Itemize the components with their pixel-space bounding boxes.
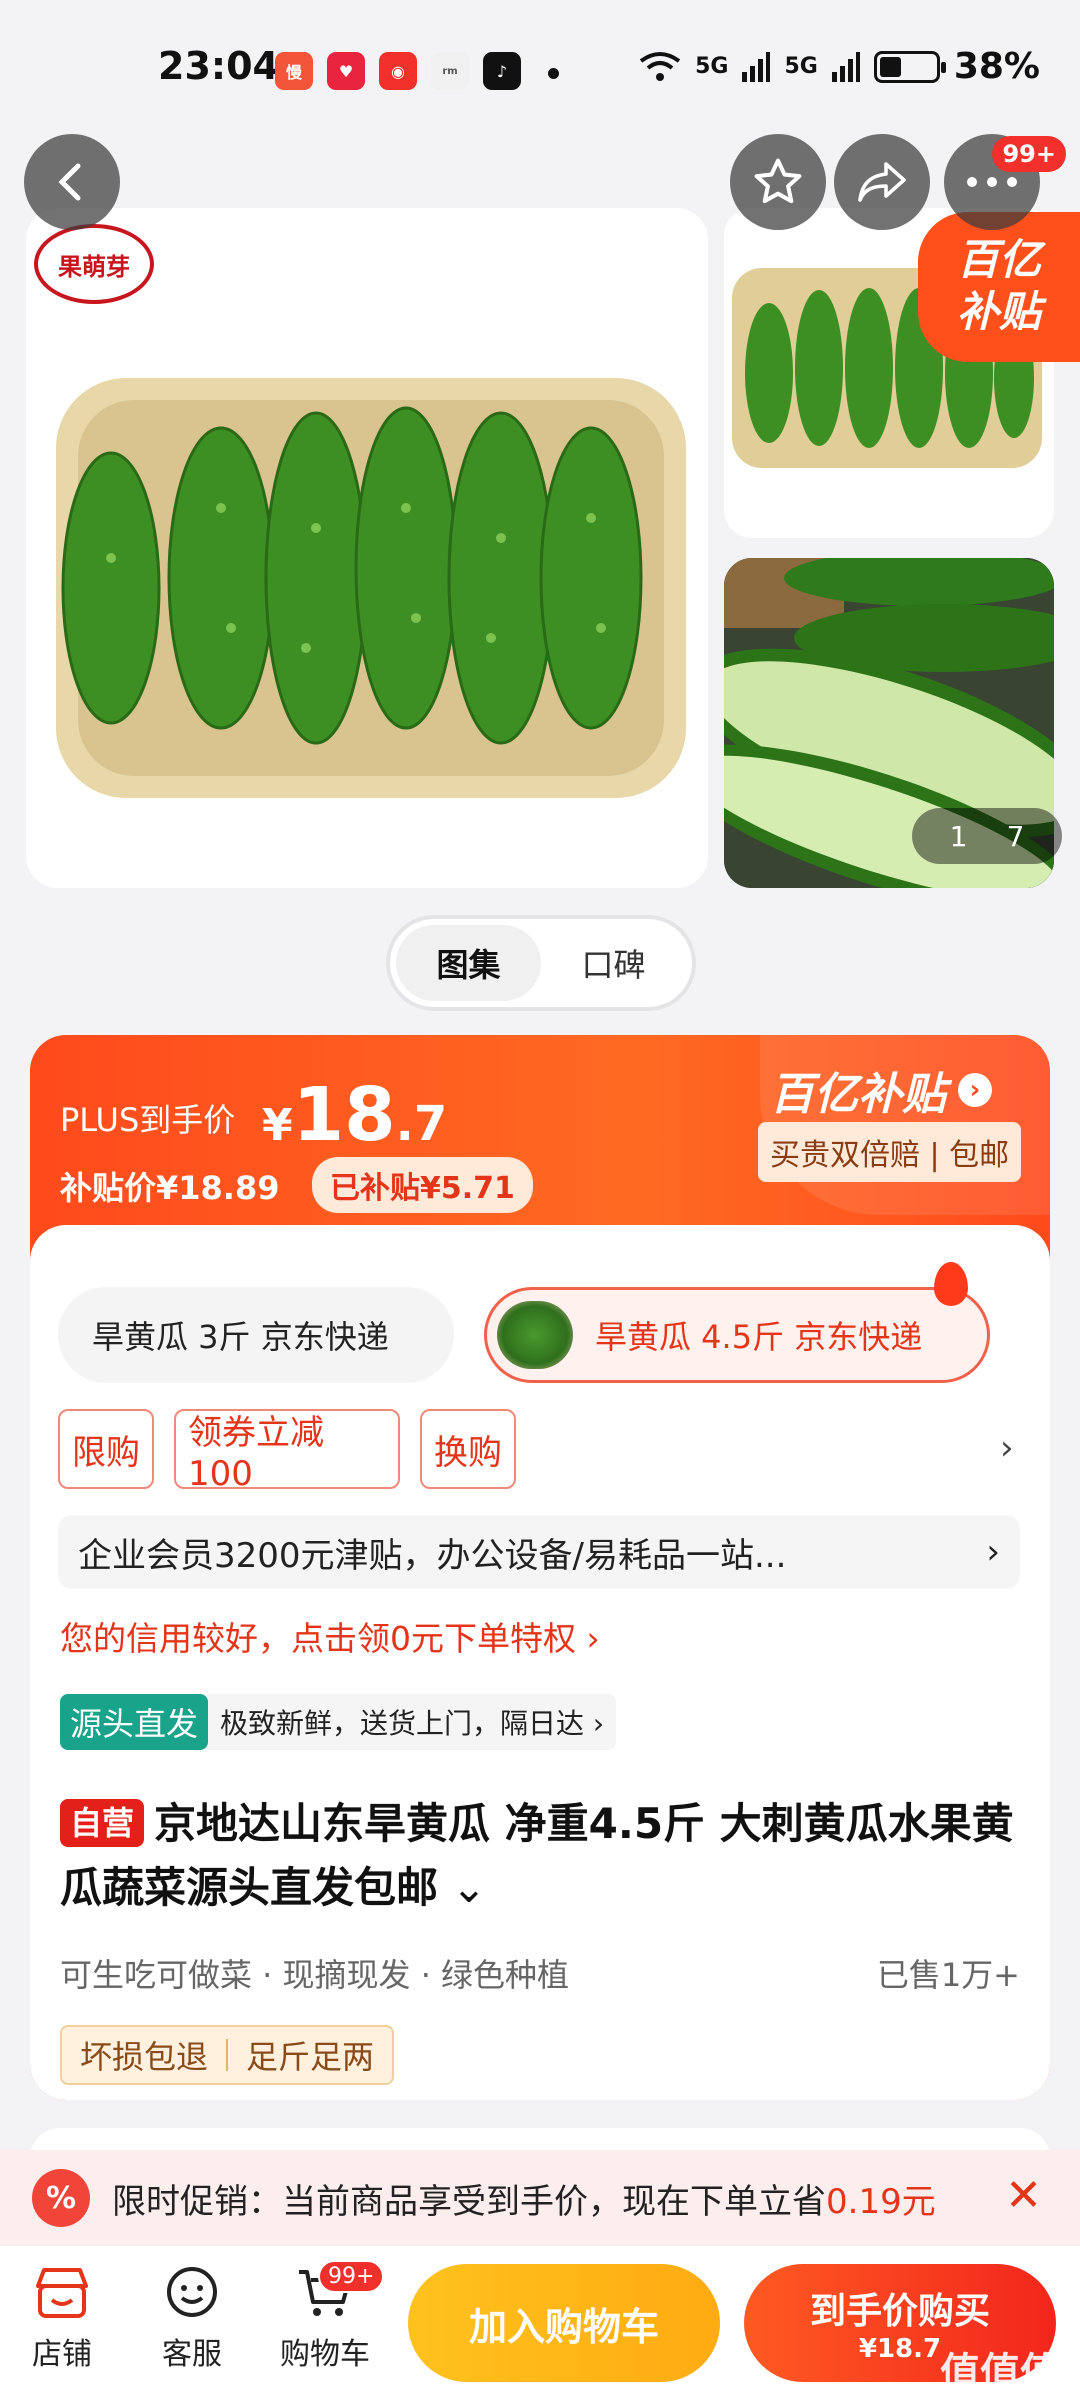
limited-promo-text: 限时促销：当前商品享受到手价，现在下单立省0.19元 [112,2174,936,2223]
source-direct-tag: 源头直发 [60,1694,209,1750]
source-direct-text: 极致新鲜，送货上门，隔日达 › [220,1707,605,1740]
image-counter-current: 1 [949,819,968,853]
battery-percent: 38% [953,46,1040,87]
currency-symbol: ¥ [262,1100,293,1151]
gallery-tabs: 图集 口碑 [386,915,696,1011]
main-product-image[interactable] [26,208,708,888]
credit-privilege-link[interactable]: 您的信用较好，点击领0元下单特权 › [60,1612,600,1660]
subsidy-program-tag: 买贵双倍赔 | 包邮 [758,1122,1022,1182]
status-app-icons: 慢 ♥ ◉ rm ♪ [275,52,521,90]
tab-reviews[interactable]: 口碑 [541,925,686,1001]
customer-service-label: 客服 [162,2337,222,2372]
close-icon[interactable]: ✕ [1005,2170,1042,2221]
favorite-button[interactable] [730,134,826,230]
customer-service-button[interactable]: 客服 [160,2265,224,2373]
subsidy-program-title: 百亿补贴 [770,1069,946,1120]
promos-chevron-right-icon[interactable]: › [1000,1428,1014,1468]
spec-option-4-5jin-selected[interactable]: 旱黄瓜 4.5斤 京东快递 [484,1287,990,1383]
wifi-icon [639,51,681,81]
network-5g-label: 5G [695,54,729,79]
promo-tag-limit[interactable]: 限购 [58,1409,154,1489]
app-icon: 慢 [275,52,313,90]
enterprise-member-text: 企业会员3200元津贴，办公设备/易耗品一站... [78,1535,787,1576]
share-icon [858,162,906,202]
product-title[interactable]: 自营 京地达山东旱黄瓜 净重4.5斤 大刺黄瓜水果黄瓜蔬菜源头直发包邮 ⌄ [60,1792,1030,1920]
app-icon: ♪ [483,52,521,90]
add-to-cart-button[interactable]: 加入购物车 [408,2264,720,2382]
spec-option-label: 旱黄瓜 4.5斤 京东快递 [595,1318,923,1356]
more-badge: 99+ [992,136,1066,172]
price-integer: 18 [292,1072,396,1158]
cucumber-basket-image [56,378,686,798]
back-button[interactable] [24,134,120,230]
source-direct-row[interactable]: 源头直发 极致新鲜，送货上门，隔日达 › [60,1694,617,1750]
watermark: 值值值 [940,2350,1060,2396]
limited-promo-message: 限时促销：当前商品享受到手价，现在下单立省 [112,2181,826,2222]
promo-tag-exchange[interactable]: 换购 [420,1409,516,1489]
signal-icon [742,51,771,82]
spec-option-3jin[interactable]: 旱黄瓜 3斤 京东快递 [58,1287,454,1383]
image-counter-total: 7 [1006,819,1025,853]
guarantee-tags[interactable]: 坏损包退 足斤足两 [60,2025,395,2085]
limited-promo-amount: 0.19元 [826,2181,936,2222]
subsidy-corner-badge: 百亿 补贴 [918,212,1080,362]
buy-now-label: 到手价购买 [809,2291,990,2332]
chevron-right-icon: › [986,1532,1000,1572]
percent-icon: % [32,2169,90,2227]
share-button[interactable] [834,134,930,230]
store-button[interactable]: 店铺 [30,2265,94,2373]
guarantee-full-weight: 足斤足两 [246,2038,375,2076]
chevron-right-icon: › [958,1073,992,1107]
subsidy-corner-line1: 百亿 [956,235,1041,284]
signal-icon [831,51,860,82]
cart-count-badge: 99+ [318,2260,385,2293]
product-features: 可生吃可做菜 · 现摘现发 · 绿色种植 [60,1956,570,1994]
battery-icon [873,50,946,83]
enterprise-member-banner[interactable]: 企业会员3200元津贴，办公设备/易耗品一站... › [58,1515,1020,1589]
spec-option-label: 旱黄瓜 3斤 京东快递 [92,1318,389,1356]
plus-price-label: PLUS到手价 [60,1101,236,1139]
store-label: 店铺 [32,2337,92,2372]
network-5g-label: 5G [784,54,818,79]
status-indicators: 5G 5G 38% [639,46,1040,87]
product-title-text: 京地达山东旱黄瓜 净重4.5斤 大刺黄瓜水果黄瓜蔬菜源头直发包邮 [60,1799,1014,1912]
star-icon [754,158,802,204]
sold-count: 已售1万+ [876,1956,1020,1994]
self-operated-badge: 自营 [60,1799,145,1847]
plus-price: ¥18.7 [262,1072,447,1158]
image-counter: 1 7 [912,808,1062,864]
more-dots-icon [967,177,1017,187]
spec-thumbnail [497,1301,573,1369]
guarantee-damage-refund: 坏损包退 [80,2038,209,2076]
price-decimal: .7 [395,1096,448,1152]
limited-promo-strip[interactable]: % 限时促销：当前商品享受到手价，现在下单立省0.19元 ✕ [0,2150,1080,2246]
app-icon: ◉ [379,52,417,90]
subsidized-amount-badge: 已补贴¥5.71 [312,1157,533,1213]
store-icon [30,2265,94,2321]
brand-logo: 果萌芽 [34,224,154,304]
tab-gallery[interactable]: 图集 [396,925,541,1001]
notification-dot [548,68,559,79]
chat-smile-icon [160,2265,224,2321]
chevron-down-icon: ⌄ [438,1863,487,1912]
chevron-left-icon [58,163,81,201]
promo-tag-coupon[interactable]: 领券立减100 [174,1409,400,1494]
cart-label: 购物车 [280,2337,370,2372]
subsidy-corner-line2: 补贴 [956,287,1041,336]
status-time: 23:04 [158,44,279,88]
app-icon: ♥ [327,52,365,90]
subsidy-program-link[interactable]: 百亿补贴 › [770,1058,992,1122]
buy-now-price: ¥18.7 [858,2334,942,2364]
subsidy-price: 补贴价¥18.89 [60,1169,280,1207]
app-icon: rm [431,52,469,90]
hot-flame-icon [934,1262,968,1306]
